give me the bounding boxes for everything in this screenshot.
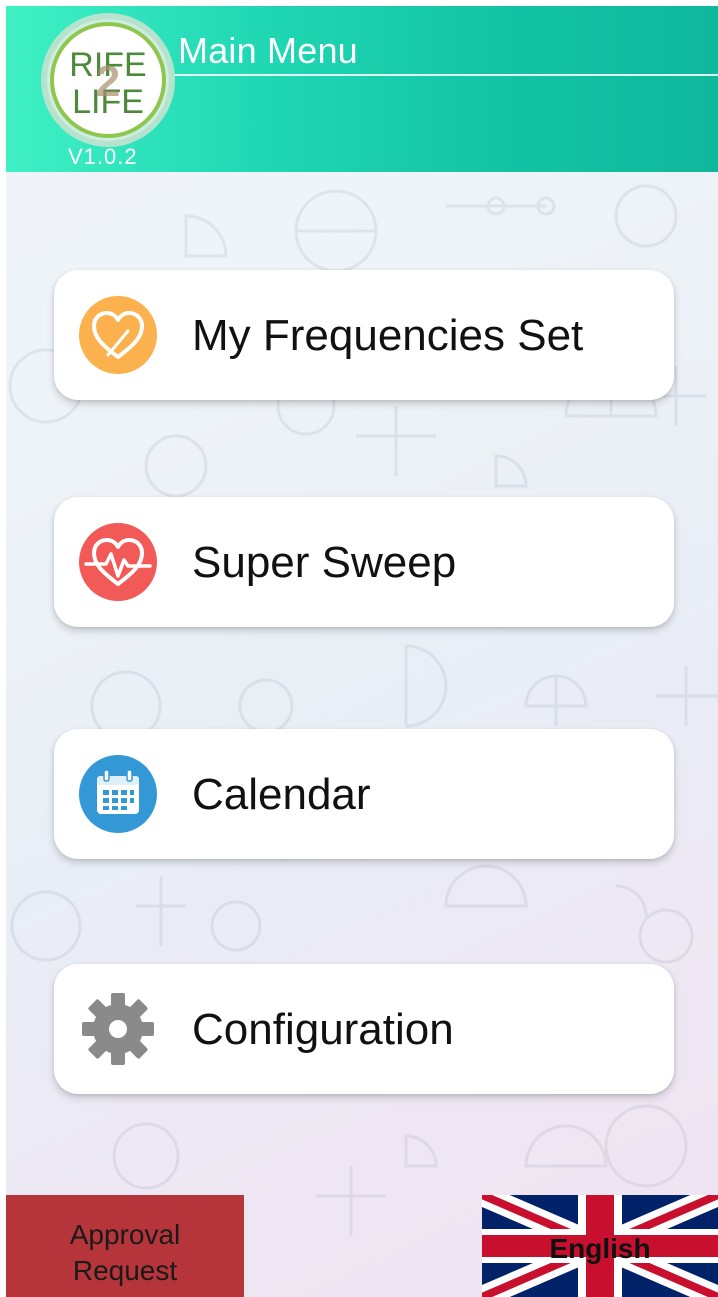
page-title: Main Menu bbox=[178, 30, 358, 71]
menu-item-label: Super Sweep bbox=[192, 538, 457, 587]
header-divider bbox=[174, 74, 718, 76]
background-pattern bbox=[8, 184, 718, 1236]
my-frequencies-set-button[interactable]: My Frequencies Set bbox=[54, 270, 674, 400]
rife2life-logo: RIFE LIFE 2 bbox=[41, 13, 175, 147]
menu-item-label: Calendar bbox=[192, 770, 371, 819]
calendar-icon bbox=[79, 755, 157, 833]
menu-item-label: Configuration bbox=[192, 1005, 454, 1054]
approval-label-line2: Request bbox=[72, 1255, 178, 1286]
heartbeat-icon bbox=[79, 523, 157, 601]
header-bar: RIFE LIFE 2 Main Menu V1.0.2 bbox=[6, 6, 718, 172]
svg-text:2: 2 bbox=[96, 57, 120, 106]
language-label: English bbox=[549, 1233, 651, 1264]
configuration-button[interactable]: Configuration bbox=[54, 964, 674, 1094]
approval-request-button[interactable]: Approval Request bbox=[6, 1195, 244, 1297]
calendar-button[interactable]: Calendar bbox=[54, 729, 674, 859]
gear-icon bbox=[82, 993, 154, 1065]
version-label: V1.0.2 bbox=[68, 144, 138, 169]
approval-label-line1: Approval bbox=[69, 1219, 181, 1250]
heart-icon bbox=[79, 296, 157, 374]
main-menu-screen: RIFE LIFE 2 Main Menu V1.0.2 My Frequenc… bbox=[6, 6, 718, 1297]
language-button[interactable]: English bbox=[482, 1195, 718, 1297]
super-sweep-button[interactable]: Super Sweep bbox=[54, 497, 674, 627]
menu-item-label: My Frequencies Set bbox=[192, 311, 584, 360]
